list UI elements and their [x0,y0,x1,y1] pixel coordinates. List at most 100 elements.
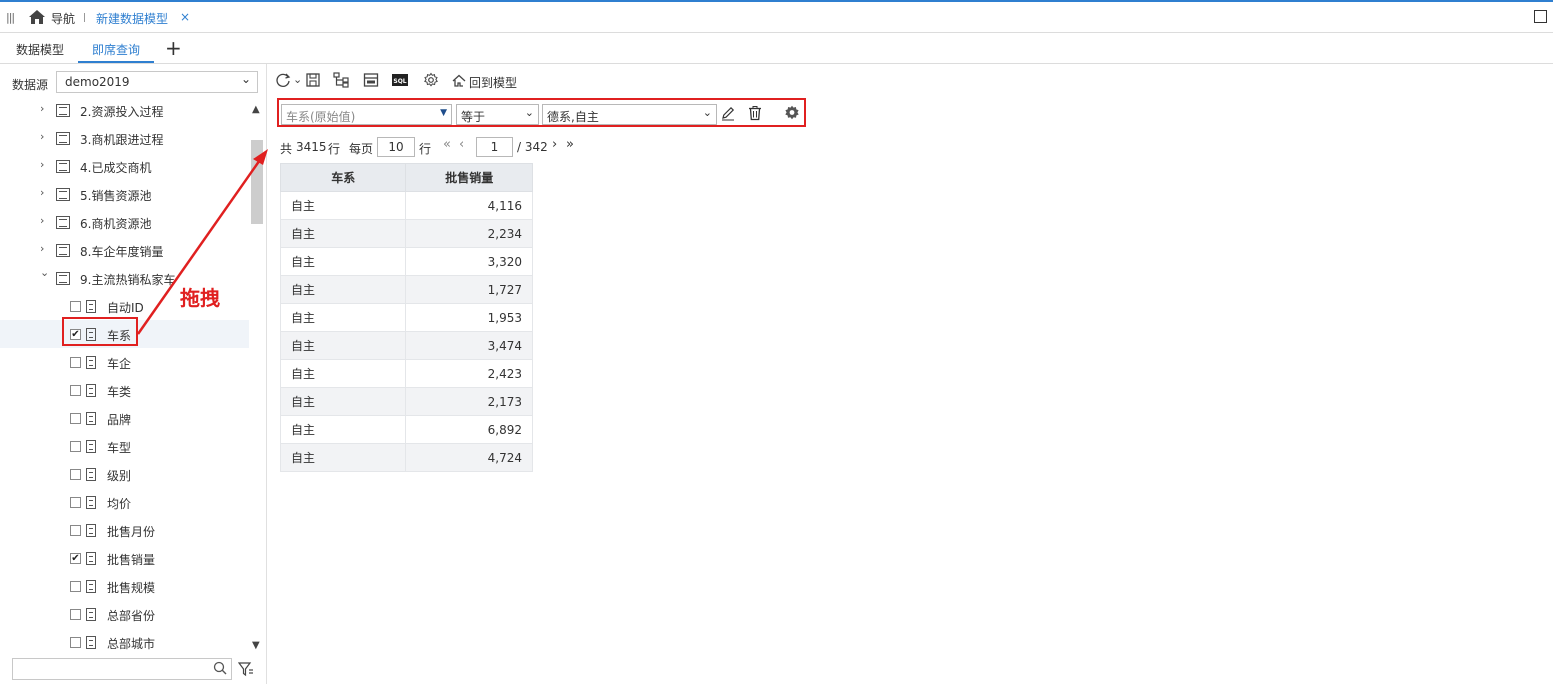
chevron-right-icon[interactable]: › [40,242,44,255]
tree-table-label: 6.商机资源池 [80,217,152,231]
tree-field-item[interactable]: 车企 [0,348,249,376]
tree-field-item[interactable]: 均价 [0,488,249,516]
delete-icon[interactable] [747,105,763,121]
filter-value-text: 德系,自主 [547,110,599,124]
cell-sales: 2,423 [405,359,533,388]
datasource-label: 数据源 [12,78,49,92]
cell-series: 自主 [279,415,407,444]
tree-field-item[interactable]: 批售规模 [0,572,249,600]
home-icon[interactable] [28,9,46,25]
field-checkbox[interactable]: ✔ [70,553,81,564]
tab-data-model[interactable]: 数据模型 [16,41,64,58]
add-tab-button[interactable]: + [165,36,182,60]
filter-operator-select[interactable]: 等于 ⌄ [456,104,539,125]
field-checkbox[interactable] [70,385,81,396]
tree-scrollbar[interactable]: ▲ ▼ [250,100,265,655]
field-checkbox[interactable] [70,413,81,424]
tree-table-item[interactable]: › 6.商机资源池 [0,208,249,236]
settings-icon[interactable] [423,72,439,88]
filter-field-select[interactable]: 车系(原始值) ▼ [281,104,452,125]
tree-table-item[interactable]: › 5.销售资源池 [0,180,249,208]
chevron-down-icon[interactable]: ⌄ [40,266,49,279]
field-checkbox[interactable] [70,301,81,312]
tree-table-item[interactable]: › 2.资源投入过程 [0,96,249,124]
tree-field-item[interactable]: 品牌 [0,404,249,432]
scroll-up-icon[interactable]: ▲ [252,104,260,115]
scroll-down-icon[interactable]: ▼ [252,640,260,651]
field-tree: › 2.资源投入过程 › 3.商机跟进过程 › 4.已成交商机 › 5.销售资源池 › 6.商机资… [0,96,249,656]
table-row: 自主 6,892 [279,415,533,444]
next-page-icon[interactable]: › [552,137,557,152]
table-icon [56,244,70,257]
datasource-select[interactable]: demo2019 ⌄ [56,71,258,93]
maximize-icon[interactable] [1534,10,1547,23]
field-checkbox[interactable] [70,637,81,648]
field-icon [86,412,96,425]
tree-field-item[interactable]: 车型 [0,432,249,460]
gear-icon[interactable] [784,105,800,121]
field-checkbox[interactable] [70,581,81,592]
chevron-right-icon[interactable]: › [40,130,44,143]
filter-icon[interactable] [238,661,254,677]
field-checkbox[interactable] [70,609,81,620]
filter-field-value: 车系(原始值) [286,110,356,124]
highlight-box-field [62,317,138,346]
menu-icon[interactable]: ||| [6,11,15,24]
field-icon [86,440,96,453]
table-row: 自主 2,423 [279,359,533,388]
cell-series: 自主 [279,191,407,220]
back-to-model-icon[interactable] [451,73,467,89]
first-page-icon[interactable]: « [443,137,451,152]
tree-table-item[interactable]: › 8.车企年度销量 [0,236,249,264]
tree-field-item[interactable]: ✔ 批售销量 [0,544,249,572]
field-search-input[interactable] [12,658,232,680]
table-layout-icon[interactable] [363,72,379,88]
tree-field-item[interactable]: 总部省份 [0,600,249,628]
field-checkbox[interactable] [70,497,81,508]
scroll-thumb[interactable] [251,140,263,224]
tree-table-item[interactable]: › 3.商机跟进过程 [0,124,249,152]
cell-sales: 3,320 [405,247,533,276]
edit-icon[interactable] [720,105,736,121]
save-icon[interactable] [305,72,321,88]
tree-field-item[interactable]: 车类 [0,376,249,404]
filter-value-select[interactable]: 德系,自主 ⌄ [542,104,717,125]
table-row: 自主 3,320 [279,247,533,276]
table-row: 自主 1,953 [279,303,533,332]
tree-table-item[interactable]: › 4.已成交商机 [0,152,249,180]
search-icon[interactable] [213,661,227,675]
per-page-unit: 行 [419,142,432,156]
tab-adhoc-query[interactable]: 即席查询 [92,41,140,58]
field-checkbox[interactable] [70,357,81,368]
table-icon [56,216,70,229]
tree-field-label: 自动ID [107,301,144,315]
hierarchy-icon[interactable] [333,72,349,88]
chevron-right-icon[interactable]: › [40,102,44,115]
field-checkbox[interactable] [70,525,81,536]
cell-sales: 2,234 [405,219,533,248]
chevron-right-icon[interactable]: › [40,158,44,171]
nav-link[interactable]: 导航 [51,10,75,27]
chevron-right-icon[interactable]: › [40,214,44,227]
close-icon[interactable]: × [180,10,190,24]
field-checkbox[interactable] [70,469,81,480]
field-icon [86,524,96,537]
cell-series: 自主 [279,331,407,360]
page-input[interactable]: 1 [476,137,513,157]
column-header[interactable]: 批售销量 [405,163,533,192]
tree-field-item[interactable]: 批售月份 [0,516,249,544]
field-icon [86,580,96,593]
prev-page-icon[interactable]: ‹ [459,137,464,152]
back-to-model-button[interactable]: 回到模型 [469,74,517,91]
tree-field-item[interactable]: 总部城市 [0,628,249,656]
chevron-right-icon[interactable]: › [40,186,44,199]
field-icon [86,552,96,565]
field-checkbox[interactable] [70,441,81,452]
per-page-input[interactable]: 10 [377,137,415,157]
sql-icon[interactable]: SQL [392,72,408,88]
column-header[interactable]: 车系 [279,163,407,192]
refresh-icon[interactable] [275,72,291,88]
last-page-icon[interactable]: » [566,137,574,152]
document-tab-title[interactable]: 新建数据模型 [96,10,168,27]
tree-field-item[interactable]: 级别 [0,460,249,488]
